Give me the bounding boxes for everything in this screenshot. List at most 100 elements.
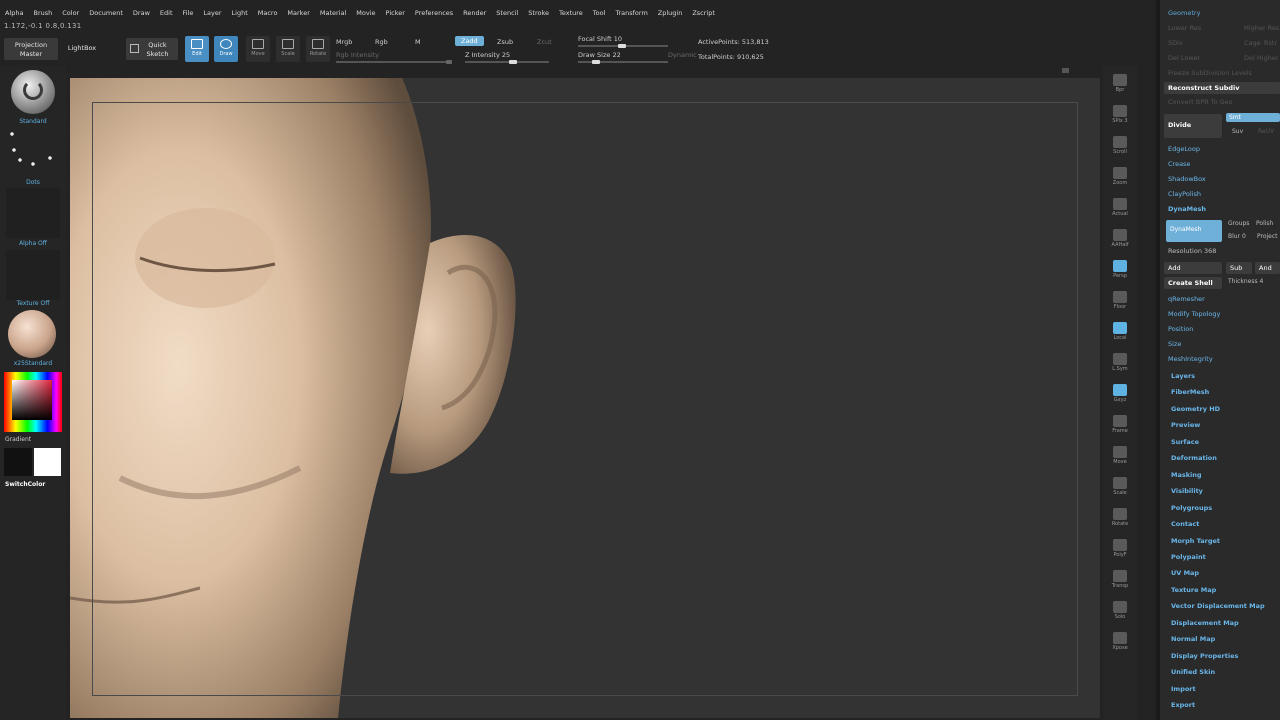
and-button[interactable]: And [1255, 262, 1280, 274]
subpalette-normal-map[interactable]: Normal Map [1171, 635, 1215, 643]
meshintegrity-subpalette[interactable]: MeshIntegrity [1168, 355, 1213, 363]
menu-render[interactable]: Render [458, 9, 491, 17]
thickness-slider[interactable]: Thickness 4 [1228, 278, 1263, 285]
shelf-local[interactable]: Local [1106, 320, 1134, 344]
subpalette-texture-map[interactable]: Texture Map [1171, 586, 1216, 594]
create-shell-button[interactable]: Create Shell [1164, 277, 1222, 289]
menu-picker[interactable]: Picker [381, 9, 410, 17]
sub-button[interactable]: Sub [1226, 262, 1252, 274]
cage-button[interactable]: Cage [1244, 39, 1261, 47]
blur-slider[interactable]: Blur 0 [1228, 233, 1246, 240]
dynamesh-button[interactable]: DynaMesh [1166, 220, 1222, 242]
dynamesh-header[interactable]: DynaMesh [1168, 205, 1206, 213]
rstr-button[interactable]: Rstr [1264, 39, 1277, 47]
lower-res-button[interactable]: Lower Res [1168, 24, 1201, 32]
groups-toggle[interactable]: Groups [1228, 220, 1249, 227]
shelf-scroll[interactable]: Scroll [1106, 134, 1134, 158]
shelf-solo[interactable]: Solo [1106, 599, 1134, 623]
quick-sketch-button[interactable]: Quick Sketch [126, 38, 178, 60]
zadd-button[interactable]: Zadd [455, 36, 484, 46]
projection-master-button[interactable]: Projection Master [4, 38, 58, 60]
shelf-zoom[interactable]: Zoom [1106, 165, 1134, 189]
shelf-l-sym[interactable]: L.Sym [1106, 351, 1134, 375]
subpalette-contact[interactable]: Contact [1171, 520, 1199, 528]
menu-marker[interactable]: Marker [282, 9, 314, 17]
zcut-button[interactable]: Zcut [537, 38, 552, 46]
qremesher-subpalette[interactable]: qRemesher [1168, 295, 1205, 303]
freeze-subdivision-button[interactable]: Freeze SubDivision Levels [1168, 69, 1252, 77]
project-toggle[interactable]: Project [1257, 233, 1278, 240]
dynamic-button[interactable]: Dynamic [668, 51, 697, 59]
subpalette-preview[interactable]: Preview [1171, 421, 1200, 429]
color-picker[interactable] [4, 372, 62, 432]
subpalette-fibermesh[interactable]: FiberMesh [1171, 388, 1209, 396]
menu-zscript[interactable]: Zscript [687, 9, 720, 17]
edgeloop-subpalette[interactable]: EdgeLoop [1168, 145, 1200, 153]
menu-macro[interactable]: Macro [253, 9, 283, 17]
z-intensity-track[interactable] [465, 60, 549, 64]
menu-document[interactable]: Document [84, 9, 128, 17]
sdiv-slider[interactable]: SDiv [1168, 39, 1183, 47]
alpha-thumbnail[interactable] [6, 188, 60, 238]
menu-file[interactable]: File [178, 9, 199, 17]
polish-toggle[interactable]: Polish [1256, 220, 1273, 227]
subpalette-surface[interactable]: Surface [1171, 438, 1199, 446]
shelf-floor[interactable]: Floor [1106, 289, 1134, 313]
del-lower-button[interactable]: Del Lower [1168, 54, 1200, 62]
rotate-button[interactable]: Rotate [306, 36, 330, 62]
shelf-move[interactable]: Move [1106, 444, 1134, 468]
focal-shift-slider[interactable]: Focal Shift 10 [578, 35, 622, 43]
mrgb-button[interactable]: Mrgb [336, 38, 352, 46]
subpalette-displacement-map[interactable]: Displacement Map [1171, 619, 1239, 627]
secondary-color-swatch[interactable] [4, 448, 32, 476]
shelf-xpose[interactable]: Xpose [1106, 630, 1134, 654]
draw-size-slider[interactable]: Draw Size 22 [578, 51, 621, 59]
menu-color[interactable]: Color [57, 9, 84, 17]
menu-layer[interactable]: Layer [198, 9, 226, 17]
subpalette-morph-target[interactable]: Morph Target [1171, 537, 1220, 545]
shelf-aahalf[interactable]: AAHalf [1106, 227, 1134, 251]
higher-res-button[interactable]: Higher Res [1244, 24, 1279, 32]
shelf-actual[interactable]: Actual [1106, 196, 1134, 220]
shelf-rotate[interactable]: Rotate [1106, 506, 1134, 530]
suv-toggle[interactable]: Suv [1232, 128, 1243, 135]
smt-toggle[interactable]: Smt [1226, 113, 1280, 122]
reuv-button[interactable]: ReUV [1258, 128, 1274, 135]
subpalette-polygroups[interactable]: Polygroups [1171, 504, 1212, 512]
menu-movie[interactable]: Movie [351, 9, 380, 17]
draw-button[interactable]: Draw [214, 36, 238, 62]
shelf-frame[interactable]: Frame [1106, 413, 1134, 437]
subpalette-vector-displacement-map[interactable]: Vector Displacement Map [1171, 602, 1265, 610]
shelf-spix-3[interactable]: SPix 3 [1106, 103, 1134, 127]
subpalette-display-properties[interactable]: Display Properties [1171, 652, 1238, 660]
geometry-header[interactable]: Geometry [1168, 9, 1200, 17]
menu-zplugin[interactable]: Zplugin [653, 9, 688, 17]
reconstruct-subdiv-button[interactable]: Reconstruct Subdiv [1164, 82, 1280, 94]
stroke-thumbnail[interactable] [8, 130, 58, 174]
canvas-viewport[interactable] [70, 78, 1100, 718]
add-button[interactable]: Add [1164, 262, 1222, 274]
position-subpalette[interactable]: Position [1168, 325, 1193, 333]
shadowbox-subpalette[interactable]: ShadowBox [1168, 175, 1206, 183]
texture-thumbnail[interactable] [6, 250, 60, 300]
scale-button[interactable]: Scale [276, 36, 300, 62]
divide-button[interactable]: Divide [1164, 114, 1222, 138]
menu-material[interactable]: Material [315, 9, 351, 17]
switchcolor-button[interactable]: SwitchColor [5, 481, 71, 488]
resolution-slider[interactable]: Resolution 368 [1168, 247, 1216, 255]
subpalette-import[interactable]: Import [1171, 685, 1196, 693]
zsub-button[interactable]: Zsub [497, 38, 513, 46]
menu-light[interactable]: Light [227, 9, 253, 17]
subpalette-visibility[interactable]: Visibility [1171, 487, 1203, 495]
menu-texture[interactable]: Texture [554, 9, 588, 17]
rgb-button[interactable]: Rgb [375, 38, 388, 46]
material-thumbnail[interactable] [8, 310, 56, 358]
subpalette-deformation[interactable]: Deformation [1171, 454, 1217, 462]
shelf-scale[interactable]: Scale [1106, 475, 1134, 499]
rgb-intensity-track[interactable] [336, 60, 452, 64]
m-button[interactable]: M [415, 38, 421, 46]
menu-stencil[interactable]: Stencil [491, 9, 523, 17]
shelf-transp[interactable]: Transp [1106, 568, 1134, 592]
z-intensity-slider[interactable]: Z Intensity 25 [465, 51, 510, 59]
focal-shift-track[interactable] [578, 44, 668, 48]
